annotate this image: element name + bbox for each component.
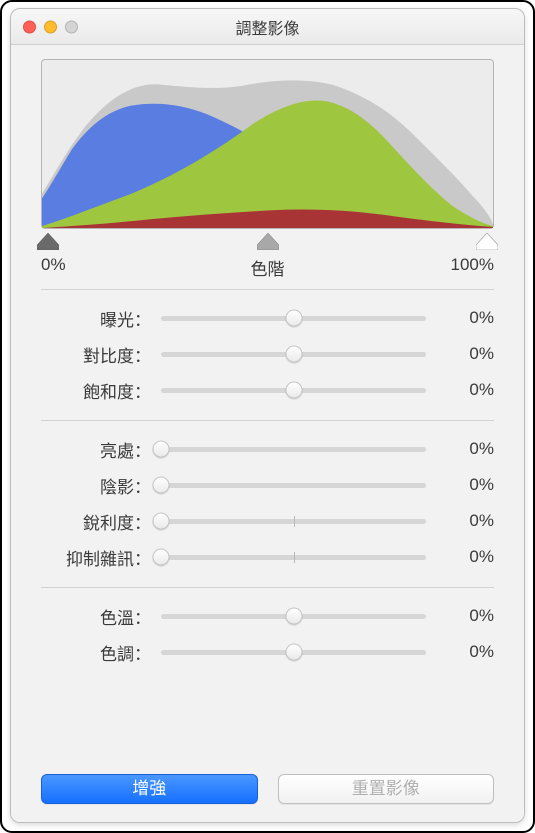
- slider-label: 抑制雜訊：: [41, 545, 151, 570]
- slider-label: 曝光：: [41, 306, 151, 331]
- slider-value: 0%: [436, 380, 494, 400]
- slider-label: 色溫：: [41, 604, 151, 629]
- reset-button[interactable]: 重置影像: [278, 774, 495, 804]
- minimize-button[interactable]: [44, 20, 57, 33]
- titlebar: 調整影像: [11, 9, 524, 45]
- enhance-button[interactable]: 增強: [41, 774, 258, 804]
- slider-row: 銳利度： 0%: [41, 503, 494, 539]
- levels-labels: 0% 色階 100%: [41, 255, 494, 277]
- slider[interactable]: [161, 308, 426, 328]
- slider-label: 對比度：: [41, 342, 151, 367]
- slider-row: 亮處： 0%: [41, 431, 494, 467]
- slider-thumb[interactable]: [153, 477, 170, 494]
- slider-thumb[interactable]: [285, 644, 302, 661]
- levels-center-label: 色階: [251, 255, 285, 280]
- slider-label: 色調：: [41, 640, 151, 665]
- slider[interactable]: [161, 344, 426, 364]
- slider-thumb[interactable]: [285, 608, 302, 625]
- slider-value: 0%: [436, 308, 494, 328]
- slider-value: 0%: [436, 439, 494, 459]
- slider-value: 0%: [436, 642, 494, 662]
- slider-label: 銳利度：: [41, 509, 151, 534]
- slider[interactable]: [161, 439, 426, 459]
- close-button[interactable]: [23, 20, 36, 33]
- slider-row: 飽和度： 0%: [41, 372, 494, 408]
- slider[interactable]: [161, 475, 426, 495]
- slider-value: 0%: [436, 511, 494, 531]
- slider-value: 0%: [436, 475, 494, 495]
- levels-black-handle[interactable]: [37, 233, 59, 250]
- slider-row: 陰影： 0%: [41, 467, 494, 503]
- slider-label: 亮處：: [41, 437, 151, 462]
- slider[interactable]: [161, 511, 426, 531]
- levels-track[interactable]: [41, 233, 494, 255]
- traffic-lights: [23, 20, 78, 33]
- slider-row: 對比度： 0%: [41, 336, 494, 372]
- slider-value: 0%: [436, 606, 494, 626]
- slider-thumb[interactable]: [285, 346, 302, 363]
- slider[interactable]: [161, 380, 426, 400]
- zoom-button[interactable]: [65, 20, 78, 33]
- histogram: [41, 59, 494, 229]
- slider-label: 陰影：: [41, 473, 151, 498]
- slider[interactable]: [161, 547, 426, 567]
- slider-thumb[interactable]: [153, 441, 170, 458]
- slider-thumb[interactable]: [153, 513, 170, 530]
- slider-label: 飽和度：: [41, 378, 151, 403]
- slider-row: 曝光： 0%: [41, 300, 494, 336]
- slider[interactable]: [161, 642, 426, 662]
- slider-row: 抑制雜訊： 0%: [41, 539, 494, 575]
- slider-thumb[interactable]: [153, 549, 170, 566]
- levels-left-label: 0%: [41, 255, 66, 275]
- slider-value: 0%: [436, 547, 494, 567]
- slider-row: 色溫： 0%: [41, 598, 494, 634]
- slider-value: 0%: [436, 344, 494, 364]
- slider[interactable]: [161, 606, 426, 626]
- levels-mid-handle[interactable]: [257, 233, 279, 250]
- levels-white-handle[interactable]: [476, 233, 498, 250]
- slider-thumb[interactable]: [285, 310, 302, 327]
- window-title: 調整影像: [235, 15, 299, 39]
- levels-right-label: 100%: [451, 255, 494, 275]
- slider-thumb[interactable]: [285, 382, 302, 399]
- slider-row: 色調： 0%: [41, 634, 494, 670]
